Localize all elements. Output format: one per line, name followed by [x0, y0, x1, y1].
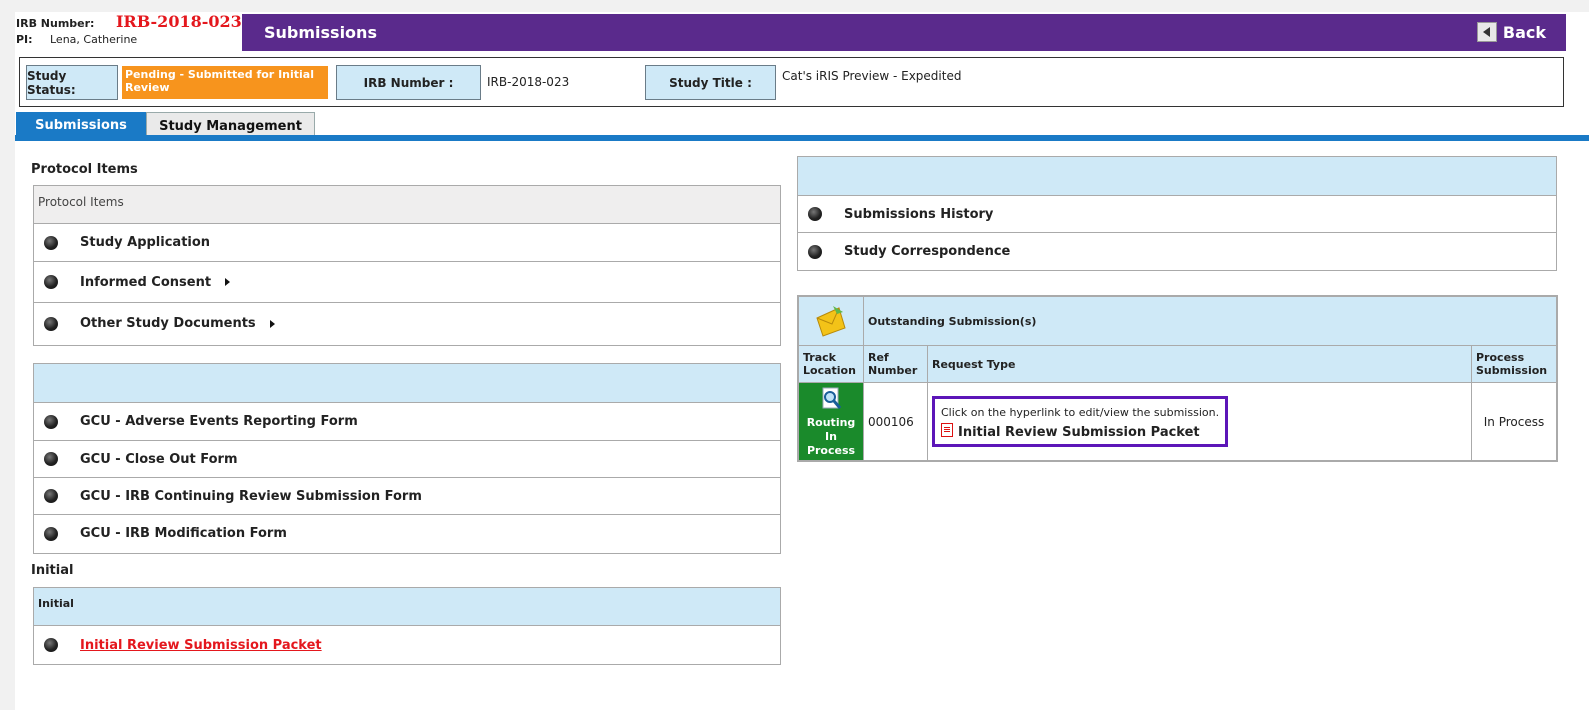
pdf-document-icon	[941, 423, 953, 437]
irb-number-value: IRB-2018-023	[115, 12, 242, 31]
ref-number-value: 000106	[863, 382, 928, 461]
caret-right-icon	[225, 278, 231, 286]
protocol-item-other-documents[interactable]: Other Study Documents	[34, 303, 780, 344]
initial-panel-header: Initial	[34, 588, 780, 626]
title-bar: Submissions Back	[242, 14, 1566, 51]
page-title: Submissions	[264, 23, 377, 42]
highlighted-request: Click on the hyperlink to edit/view the …	[932, 396, 1229, 447]
protocol-item-study-application[interactable]: Study Application	[34, 224, 780, 262]
bullet-icon	[44, 526, 58, 541]
back-button[interactable]: Back	[1476, 22, 1546, 42]
routing-status-label: Routing In Process	[806, 415, 856, 457]
list-item-label: Submissions History	[844, 206, 994, 222]
process-status-value: In Process	[1471, 382, 1557, 461]
pi-value: Lena, Catherine	[50, 33, 138, 46]
outstanding-table: Outstanding Submission(s) Track Location…	[798, 296, 1557, 461]
study-status-label: Study Status:	[26, 65, 118, 100]
bullet-icon	[808, 244, 822, 259]
form-item-adverse-events[interactable]: GCU - Adverse Events Reporting Form	[34, 403, 780, 441]
protocol-items-panel: Protocol Items Study Application Informe…	[33, 185, 781, 346]
submissions-history-item[interactable]: Submissions History	[798, 196, 1556, 233]
request-hint: Click on the hyperlink to edit/view the …	[941, 406, 1220, 419]
study-title-value: Cat's iRIS Preview - Expedited	[782, 69, 962, 83]
header-info: IRB Number: IRB-2018-023 PI: Lena, Cather…	[16, 14, 242, 52]
bullet-icon	[44, 452, 58, 466]
routing-status-cell[interactable]: Routing In Process	[798, 382, 864, 461]
study-status-badge: Pending - Submitted for Initial Review	[122, 66, 328, 99]
list-item-label: GCU - Adverse Events Reporting Form	[80, 414, 358, 429]
history-panel-header	[798, 157, 1556, 196]
back-label: Back	[1502, 22, 1546, 42]
tab-underline	[15, 135, 1589, 141]
bullet-icon	[44, 414, 58, 429]
request-type-cell: Click on the hyperlink to edit/view the …	[927, 382, 1472, 461]
forms-panel: GCU - Adverse Events Reporting Form GCU …	[33, 363, 781, 554]
form-item-continuing-review[interactable]: GCU - IRB Continuing Review Submission F…	[34, 478, 780, 515]
forms-panel-header	[34, 364, 780, 403]
col-request-type: Request Type	[927, 345, 1472, 383]
col-ref-number: Ref Number	[863, 345, 928, 383]
initial-review-packet-link[interactable]: Initial Review Submission Packet	[958, 425, 1200, 440]
list-item-label: Other Study Documents	[80, 316, 256, 331]
protocol-panel-header: Protocol Items	[34, 186, 780, 224]
bullet-icon	[44, 489, 58, 503]
outstanding-title: Outstanding Submission(s)	[863, 296, 1557, 346]
bullet-icon	[44, 316, 58, 331]
back-arrow-icon	[1476, 22, 1497, 42]
list-item-label: GCU - IRB Modification Form	[80, 526, 287, 541]
irb-number-label: IRB Number:	[16, 17, 95, 30]
form-item-modification[interactable]: GCU - IRB Modification Form	[34, 515, 780, 552]
list-item-label: Study Application	[80, 235, 211, 250]
initial-panel: Initial Initial Review Submission Packet	[33, 587, 781, 665]
bullet-icon	[44, 638, 58, 652]
envelope-icon	[816, 305, 846, 337]
list-item-label: Informed Consent	[80, 274, 212, 290]
envelope-icon-cell	[798, 296, 864, 346]
form-item-close-out[interactable]: GCU - Close Out Form	[34, 441, 780, 478]
initial-review-link[interactable]: Initial Review Submission Packet	[80, 638, 322, 653]
protocol-section-title: Protocol Items	[31, 162, 138, 177]
bullet-icon	[44, 235, 58, 250]
list-item-label: GCU - IRB Continuing Review Submission F…	[80, 488, 422, 504]
study-title-label: Study Title :	[645, 65, 776, 100]
caret-right-icon	[269, 319, 275, 328]
history-panel: Submissions History Study Correspondence	[797, 156, 1557, 271]
irb-number-field-label: IRB Number :	[336, 65, 481, 100]
bullet-icon	[808, 207, 822, 221]
col-track-location: Track Location	[798, 345, 864, 383]
protocol-item-informed-consent[interactable]: Informed Consent	[34, 262, 780, 303]
irb-number-field-value: IRB-2018-023	[487, 75, 570, 89]
initial-section-title: Initial	[31, 563, 74, 578]
col-process-submission: Process Submission	[1471, 345, 1557, 383]
list-item-label: Study Correspondence	[844, 244, 1011, 259]
study-status-strip: Study Status: Pending - Submitted for In…	[19, 57, 1564, 107]
initial-item: Initial Review Submission Packet	[34, 626, 780, 664]
outstanding-submissions-panel: Outstanding Submission(s) Track Location…	[797, 295, 1558, 462]
list-item-label: GCU - Close Out Form	[80, 451, 238, 467]
bullet-icon	[44, 275, 58, 289]
routing-search-icon	[822, 387, 842, 409]
pi-label: PI:	[16, 33, 33, 46]
request-link-row: Initial Review Submission Packet	[941, 423, 1219, 440]
study-correspondence-item[interactable]: Study Correspondence	[798, 233, 1556, 270]
